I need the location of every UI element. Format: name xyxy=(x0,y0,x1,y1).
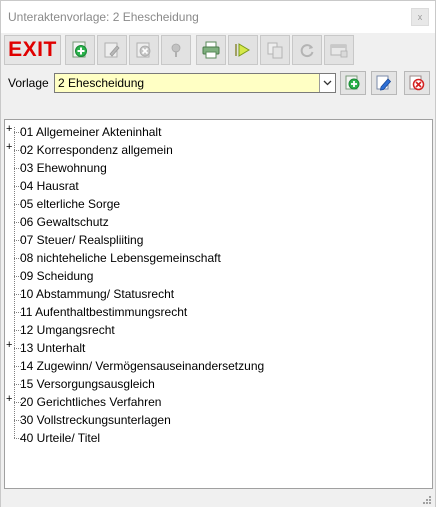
print-button[interactable] xyxy=(196,35,226,65)
expand-plus-icon[interactable]: + xyxy=(6,340,15,352)
window-title: Unteraktenvorlage: 2 Ehescheidung xyxy=(8,10,199,24)
window-button[interactable] xyxy=(324,35,354,65)
tree-item-label: 10 Abstammung/ Statusrecht xyxy=(20,287,175,301)
edit-pencil-icon xyxy=(104,42,120,58)
play-icon xyxy=(235,43,250,57)
tree-item-label: 05 elterliche Sorge xyxy=(20,197,121,211)
tree-item-label: 03 Ehewohnung xyxy=(20,161,107,175)
tree-item[interactable]: 04 Hausrat xyxy=(5,177,425,195)
resize-grip-icon[interactable] xyxy=(422,495,432,505)
tree-item-label: 04 Hausrat xyxy=(20,179,79,193)
run-button[interactable] xyxy=(228,35,258,65)
exit-button[interactable]: EXIT xyxy=(4,35,61,65)
tree-item-label: 30 Vollstreckungsunterlagen xyxy=(20,413,171,427)
dialog-window: Unteraktenvorlage: 2 Ehescheidung x EXIT xyxy=(0,0,436,507)
close-button[interactable]: x xyxy=(411,8,429,26)
expand-plus-icon[interactable]: + xyxy=(6,394,15,406)
delete-button[interactable] xyxy=(129,35,159,65)
info-icon xyxy=(171,43,181,57)
tree-item[interactable]: 15 Versorgungsausgleich xyxy=(5,375,425,393)
tree-item[interactable]: 08 nichteheliche Lebensgemeinschaft xyxy=(5,249,425,267)
tree-item-label: 12 Umgangsrecht xyxy=(20,323,115,337)
tree-item[interactable]: 14 Zugewinn/ Vermögensauseinandersetzung xyxy=(5,357,425,375)
vorlage-add-button[interactable] xyxy=(340,71,366,95)
edit-pencil-icon xyxy=(376,75,392,91)
add-button[interactable] xyxy=(65,35,95,65)
tree-view[interactable]: +01 Allgemeiner Akteninhalt +02 Korrespon… xyxy=(4,119,433,489)
toolbar: EXIT xyxy=(1,33,435,67)
tree-item[interactable]: +13 Unterhalt xyxy=(5,339,425,357)
exit-label: EXIT xyxy=(8,38,57,61)
window-icon xyxy=(330,44,348,58)
tree-item[interactable]: 30 Vollstreckungsunterlagen xyxy=(5,411,425,429)
tree-item-label: 14 Zugewinn/ Vermögensauseinandersetzung xyxy=(20,359,265,373)
delete-icon xyxy=(409,75,425,91)
vorlage-label: Vorlage xyxy=(8,76,49,90)
vorlage-selected-value: 2 Ehescheidung xyxy=(58,76,145,90)
status-bar xyxy=(1,490,435,507)
tree-item-label: 02 Korrespondenz allgemein xyxy=(20,143,173,157)
add-green-plus-icon xyxy=(345,75,360,90)
tree-item[interactable]: 09 Scheidung xyxy=(5,267,425,285)
add-green-plus-icon xyxy=(72,41,87,58)
close-icon: x xyxy=(417,12,423,22)
expand-plus-icon[interactable]: + xyxy=(6,142,15,154)
info-button[interactable] xyxy=(161,35,191,65)
refresh-icon xyxy=(300,44,314,58)
printer-icon xyxy=(202,41,220,59)
chevron-down-icon xyxy=(323,80,332,86)
tree-item-label: 06 Gewaltschutz xyxy=(20,215,109,229)
title-bar[interactable]: Unteraktenvorlage: 2 Ehescheidung x xyxy=(1,1,435,33)
tree-item-label: 01 Allgemeiner Akteninhalt xyxy=(20,125,162,139)
dropdown-arrow[interactable] xyxy=(319,74,335,92)
tree-item-label: 20 Gerichtliches Verfahren xyxy=(20,395,162,409)
tree-item[interactable]: 10 Abstammung/ Statusrecht xyxy=(5,285,425,303)
tree-item[interactable]: 06 Gewaltschutz xyxy=(5,213,425,231)
vorlage-select[interactable]: 2 Ehescheidung xyxy=(54,73,336,93)
tree-item-label: 07 Steuer/ Realspliiting xyxy=(20,233,144,247)
refresh-button[interactable] xyxy=(292,35,322,65)
copy-button[interactable] xyxy=(260,35,290,65)
tree-item-label: 40 Urteile/ Titel xyxy=(20,431,101,445)
tree-item-label: 15 Versorgungsausgleich xyxy=(20,377,155,391)
tree-item-label: 11 Aufenthaltbestimmungsrecht xyxy=(20,305,188,319)
tree-item[interactable]: 12 Umgangsrecht xyxy=(5,321,425,339)
tree-item[interactable]: +01 Allgemeiner Akteninhalt xyxy=(5,123,425,141)
tree-item[interactable]: 07 Steuer/ Realspliiting xyxy=(5,231,425,249)
vorlage-delete-button[interactable] xyxy=(404,71,430,95)
edit-button[interactable] xyxy=(97,35,127,65)
tree-item-label: 08 nichteheliche Lebensgemeinschaft xyxy=(20,251,221,265)
tree-item[interactable]: 40 Urteile/ Titel xyxy=(5,429,425,447)
tree-item[interactable]: 03 Ehewohnung xyxy=(5,159,425,177)
tree-item[interactable]: +20 Gerichtliches Verfahren xyxy=(5,393,425,411)
tree-item-label: 09 Scheidung xyxy=(20,269,94,283)
tree-item[interactable]: 11 Aufenthaltbestimmungsrecht xyxy=(5,303,425,321)
vorlage-edit-button[interactable] xyxy=(371,71,397,95)
vorlage-row: Vorlage 2 Ehescheidung xyxy=(1,69,435,99)
tree-item[interactable]: 05 elterliche Sorge xyxy=(5,195,425,213)
delete-icon xyxy=(136,42,151,58)
tree-item-label: 13 Unterhalt xyxy=(20,341,86,355)
expand-plus-icon[interactable]: + xyxy=(6,124,15,136)
copy-icon xyxy=(267,42,283,59)
tree-item[interactable]: +02 Korrespondenz allgemein xyxy=(5,141,425,159)
